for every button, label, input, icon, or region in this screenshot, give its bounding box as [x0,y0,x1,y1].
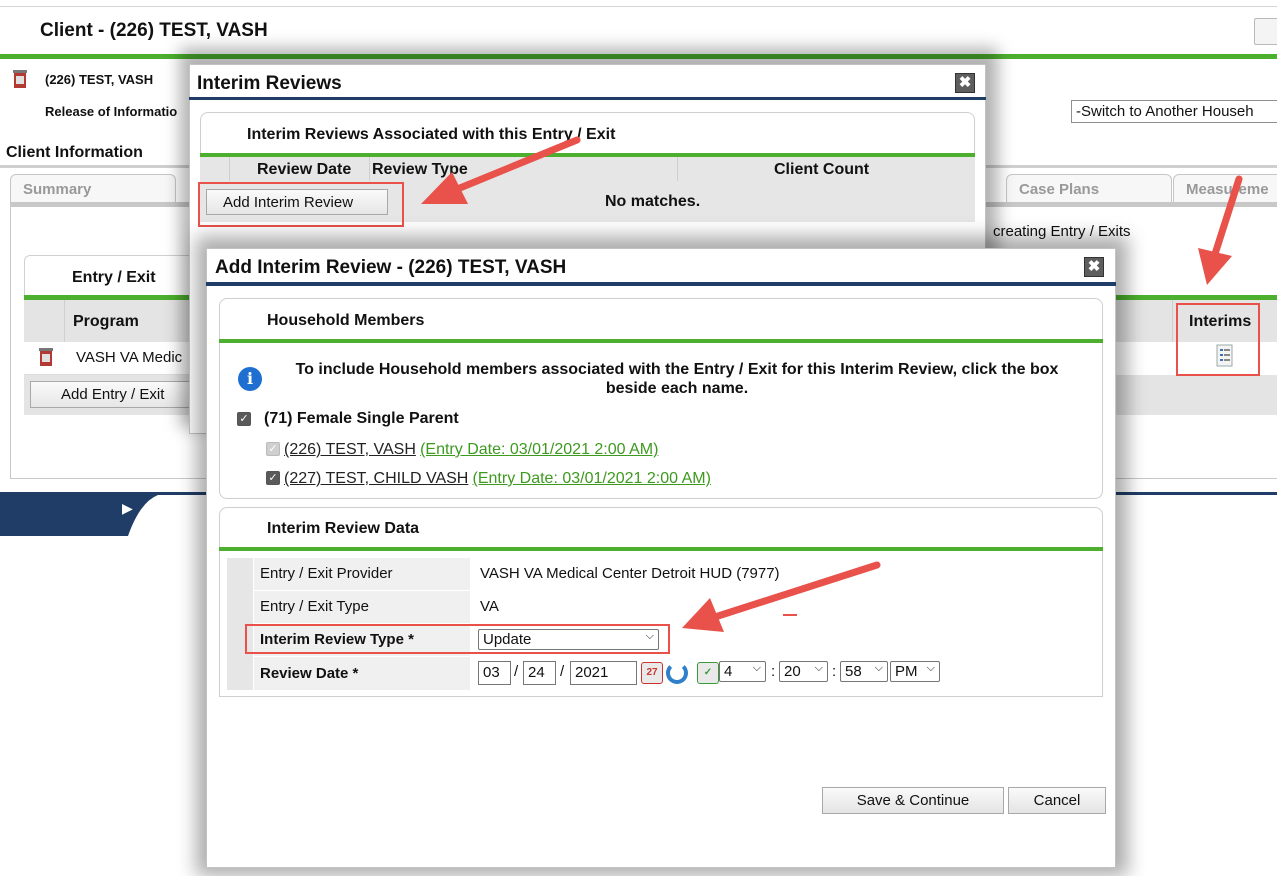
household-checkbox[interactable]: ✓ [237,412,251,426]
household-name: (71) Female Single Parent [264,410,459,427]
review-date-year-input[interactable]: 2021 [570,661,637,685]
add-interim-review-title: Add Interim Review - (226) TEST, VASH [215,257,567,278]
time-separator: : [832,663,837,680]
dialog-title-line [189,97,986,100]
entry-exit-type-value: VA [480,598,499,615]
save-continue-button[interactable]: Save & Continue [822,787,1004,814]
expand-arrow-icon[interactable]: ▶ [122,500,133,517]
minute-select[interactable]: 20 ⌵ [779,661,828,682]
chevron-down-icon: ⌵ [814,662,823,674]
tab-measurements[interactable]: Measureme [1173,174,1277,202]
trash-can-icon[interactable] [11,68,29,90]
interim-reviews-section-title: Interim Reviews Associated with this Ent… [247,126,616,143]
trash-can-icon[interactable] [37,346,55,368]
chevron-down-icon: ⌵ [926,662,935,674]
ampm-select[interactable]: PM ⌵ [890,661,940,682]
required-mark: * [352,665,359,682]
entry-exit-heading: Entry / Exit [72,269,156,286]
calendar-icon[interactable]: 27 [641,662,663,684]
entry-exit-type-label: Entry / Exit Type [260,598,369,615]
column-divider [677,157,678,181]
release-of-information-label[interactable]: Release of Informatio [45,104,177,119]
member-name-link[interactable]: (226) TEST, VASH [284,441,416,458]
date-separator: / [514,663,519,680]
review-date-month-input[interactable]: 03 [478,661,511,685]
refresh-icon[interactable] [666,662,688,684]
member-name-link[interactable]: (227) TEST, CHILD VASH [284,470,468,487]
program-cell[interactable]: VASH VA Medic [76,349,191,366]
review-date-label: Review Date [260,665,349,682]
household-members-title: Household Members [267,312,425,329]
column-divider [369,157,370,181]
date-separator: / [560,663,565,680]
column-divider [64,300,65,342]
entry-exit-provider-value: VASH VA Medical Center Detroit HUD (7977… [480,565,780,582]
tab-case-plans-label: Case Plans [1019,181,1100,198]
second-value: 58 [845,663,862,680]
program-column-label: Program [73,313,139,330]
tab-measurements-label: Measureme [1186,181,1269,198]
review-date-label-row: Review Date * [260,665,358,682]
info-icon: i [238,367,262,391]
tab-case-plans[interactable]: Case Plans [1006,174,1172,202]
interim-review-data-title: Interim Review Data [267,520,420,537]
column-divider [229,157,230,181]
chevron-down-icon: ⌵ [874,662,883,674]
member-checkbox: ✓ [266,442,280,456]
top-right-button[interactable] [1254,18,1277,45]
chevron-down-icon: ⌵ [752,662,761,674]
member-entry-date-link[interactable]: (Entry Date: 03/01/2021 2:00 AM) [420,441,658,458]
interim-reviews-title: Interim Reviews [197,73,342,94]
review-date-column[interactable]: Review Date [257,161,351,179]
client-information-heading: Client Information [6,144,143,161]
no-matches-text: No matches. [605,193,701,210]
add-entry-exit-button[interactable]: Add Entry / Exit [30,381,195,408]
entry-exit-provider-label: Entry / Exit Provider [260,565,393,582]
ampm-value: PM [895,663,918,680]
member-entry-date-link[interactable]: (Entry Date: 03/01/2021 2:00 AM) [473,470,711,487]
interims-highlight [1176,303,1260,376]
minute-value: 20 [784,663,801,680]
time-separator: : [771,663,776,680]
add-interim-review-highlight [198,182,404,227]
client-name: (226) TEST, VASH [45,72,154,87]
review-date-day-input[interactable]: 24 [523,661,556,685]
close-icon[interactable]: ✖ [955,73,975,93]
member-row: (227) TEST, CHILD VASH (Entry Date: 03/0… [284,470,711,488]
dialog-title-line [206,282,1116,286]
review-type-column[interactable]: Review Type [372,161,468,179]
interim-review-type-highlight [245,624,670,654]
section-green-bar [219,339,1103,343]
page-title: Client - (226) TEST, VASH [40,20,268,41]
tab-summary[interactable]: Summary [10,174,176,202]
annotation-dash [783,614,797,616]
client-count-column[interactable]: Client Count [774,161,869,179]
close-icon[interactable]: ✖ [1084,257,1104,277]
section-green-bar [219,547,1103,551]
top-divider [0,6,1277,7]
switch-household-select[interactable]: -Switch to Another Househ [1071,100,1277,123]
member-row: (226) TEST, VASH (Entry Date: 03/01/2021… [284,441,658,459]
member-checkbox[interactable]: ✓ [266,471,280,485]
tab-summary-label: Summary [23,181,92,198]
hour-value: 4 [724,663,733,680]
cancel-button[interactable]: Cancel [1008,787,1106,814]
calendar-check-icon[interactable]: ✓ [697,662,719,684]
household-info-text: To include Household members associated … [295,361,1059,397]
second-select[interactable]: 58 ⌵ [840,661,888,682]
hour-select[interactable]: 4 ⌵ [719,661,766,682]
